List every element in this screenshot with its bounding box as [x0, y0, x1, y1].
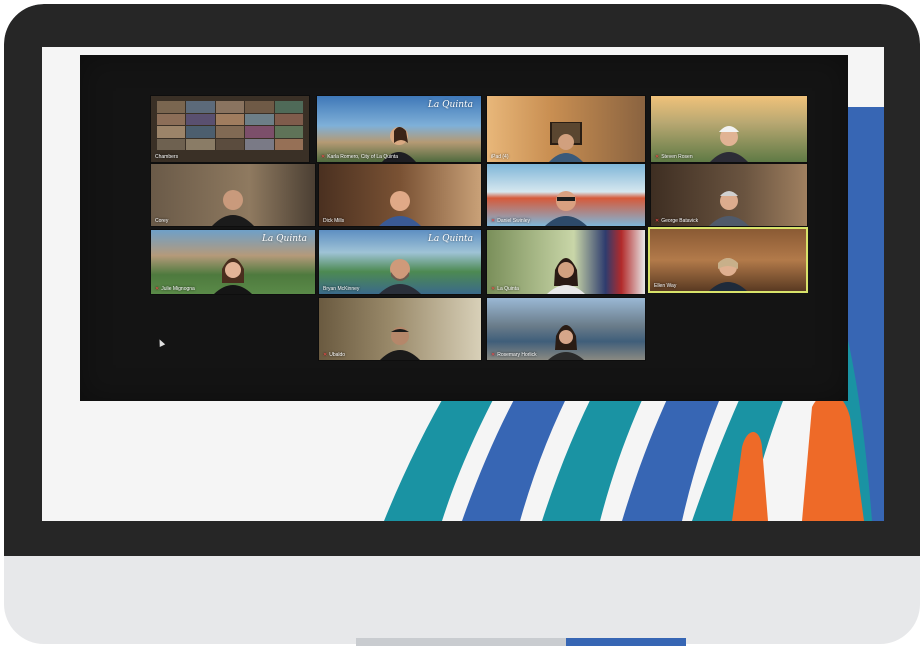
participant-tile-la-quinta[interactable]: ✕ La Quinta	[486, 229, 646, 295]
thumbnail-grid	[157, 101, 303, 150]
participant-tile-ellen-way[interactable]: Ellen Way	[648, 227, 808, 293]
participant-name: Dick Mills	[323, 218, 345, 224]
participant-video	[545, 191, 587, 226]
participant-tile-corey[interactable]: Corey	[150, 163, 316, 227]
monitor-bezel: Chambers La Quinta ✕ Karla Romero, City o…	[4, 4, 920, 556]
participant-name: ✕ Rosemary Horlick	[491, 352, 537, 358]
participant-video	[547, 258, 585, 294]
participant-name: ✕ Steven Rosen	[655, 154, 693, 160]
participant-video	[380, 327, 420, 360]
muted-mic-icon: ✕	[655, 218, 660, 224]
participant-name: ✕ La Quinta	[491, 286, 519, 292]
muted-mic-icon: ✕	[655, 154, 660, 160]
participant-tile-julie-mignogna[interactable]: La Quinta ✕ Julie Mignogna	[150, 229, 316, 295]
monitor-stand	[356, 638, 686, 646]
participant-tile-rosemary-horlick[interactable]: ✕ Rosemary Horlick	[486, 297, 646, 361]
muted-mic-icon: ✕	[321, 154, 326, 160]
participant-name: iPad (4)	[491, 154, 509, 160]
participant-video	[212, 190, 254, 226]
la-quinta-logo: La Quinta	[427, 100, 473, 110]
participant-tile-chambers[interactable]: Chambers	[150, 95, 310, 163]
mouse-pointer-icon	[156, 338, 166, 347]
participant-name: Ellen Way	[654, 283, 677, 289]
muted-mic-icon: ✕	[491, 218, 496, 224]
participant-tile-daniel-swinley[interactable]: ✕ Daniel Swinley	[486, 163, 646, 227]
participant-tile-karla-romero[interactable]: La Quinta ✕ Karla Romero, City of La Quin…	[316, 95, 482, 163]
participant-video	[379, 191, 421, 226]
participant-video	[709, 258, 747, 291]
participant-name: ✕ Daniel Swinley	[491, 218, 530, 224]
participant-video	[709, 191, 749, 226]
participant-video	[549, 122, 583, 162]
participant-name: ✕ Karla Romero, City of La Quinta	[321, 154, 399, 160]
participant-video	[548, 325, 584, 360]
participant-video	[214, 258, 252, 294]
monitor-screen: Chambers La Quinta ✕ Karla Romero, City o…	[42, 47, 884, 521]
muted-mic-icon: ✕	[491, 286, 496, 292]
monitor: Chambers La Quinta ✕ Karla Romero, City o…	[4, 4, 920, 644]
participant-video	[379, 259, 421, 294]
participant-tile-ipad[interactable]: iPad (4)	[486, 95, 646, 163]
la-quinta-logo: La Quinta	[427, 234, 473, 244]
participant-tile-steven-rosen[interactable]: ✕ Steven Rosen	[650, 95, 808, 163]
video-call-gallery: Chambers La Quinta ✕ Karla Romero, City o…	[80, 55, 848, 401]
participant-tile-bryan-mckinney[interactable]: La Quinta Bryan McKinney	[318, 229, 482, 295]
participant-tile-george-batavick[interactable]: ✕ George Batavick	[650, 163, 808, 227]
participant-name: ✕ Ubaldo	[323, 352, 346, 358]
participant-tile-dick-mills[interactable]: Dick Mills	[318, 163, 482, 227]
muted-mic-icon: ✕	[155, 286, 160, 292]
muted-mic-icon: ✕	[323, 352, 328, 358]
participant-tile-ubaldo[interactable]: ✕ Ubaldo	[318, 297, 482, 361]
participant-name: Chambers	[155, 154, 179, 160]
participant-name: ✕ Julie Mignogna	[155, 286, 195, 292]
la-quinta-logo: La Quinta	[261, 234, 307, 244]
participant-name: Corey	[155, 218, 169, 224]
muted-mic-icon: ✕	[491, 352, 496, 358]
participant-name: Bryan McKinney	[323, 286, 360, 292]
participant-video	[710, 126, 748, 162]
participant-name: ✕ George Batavick	[655, 218, 699, 224]
